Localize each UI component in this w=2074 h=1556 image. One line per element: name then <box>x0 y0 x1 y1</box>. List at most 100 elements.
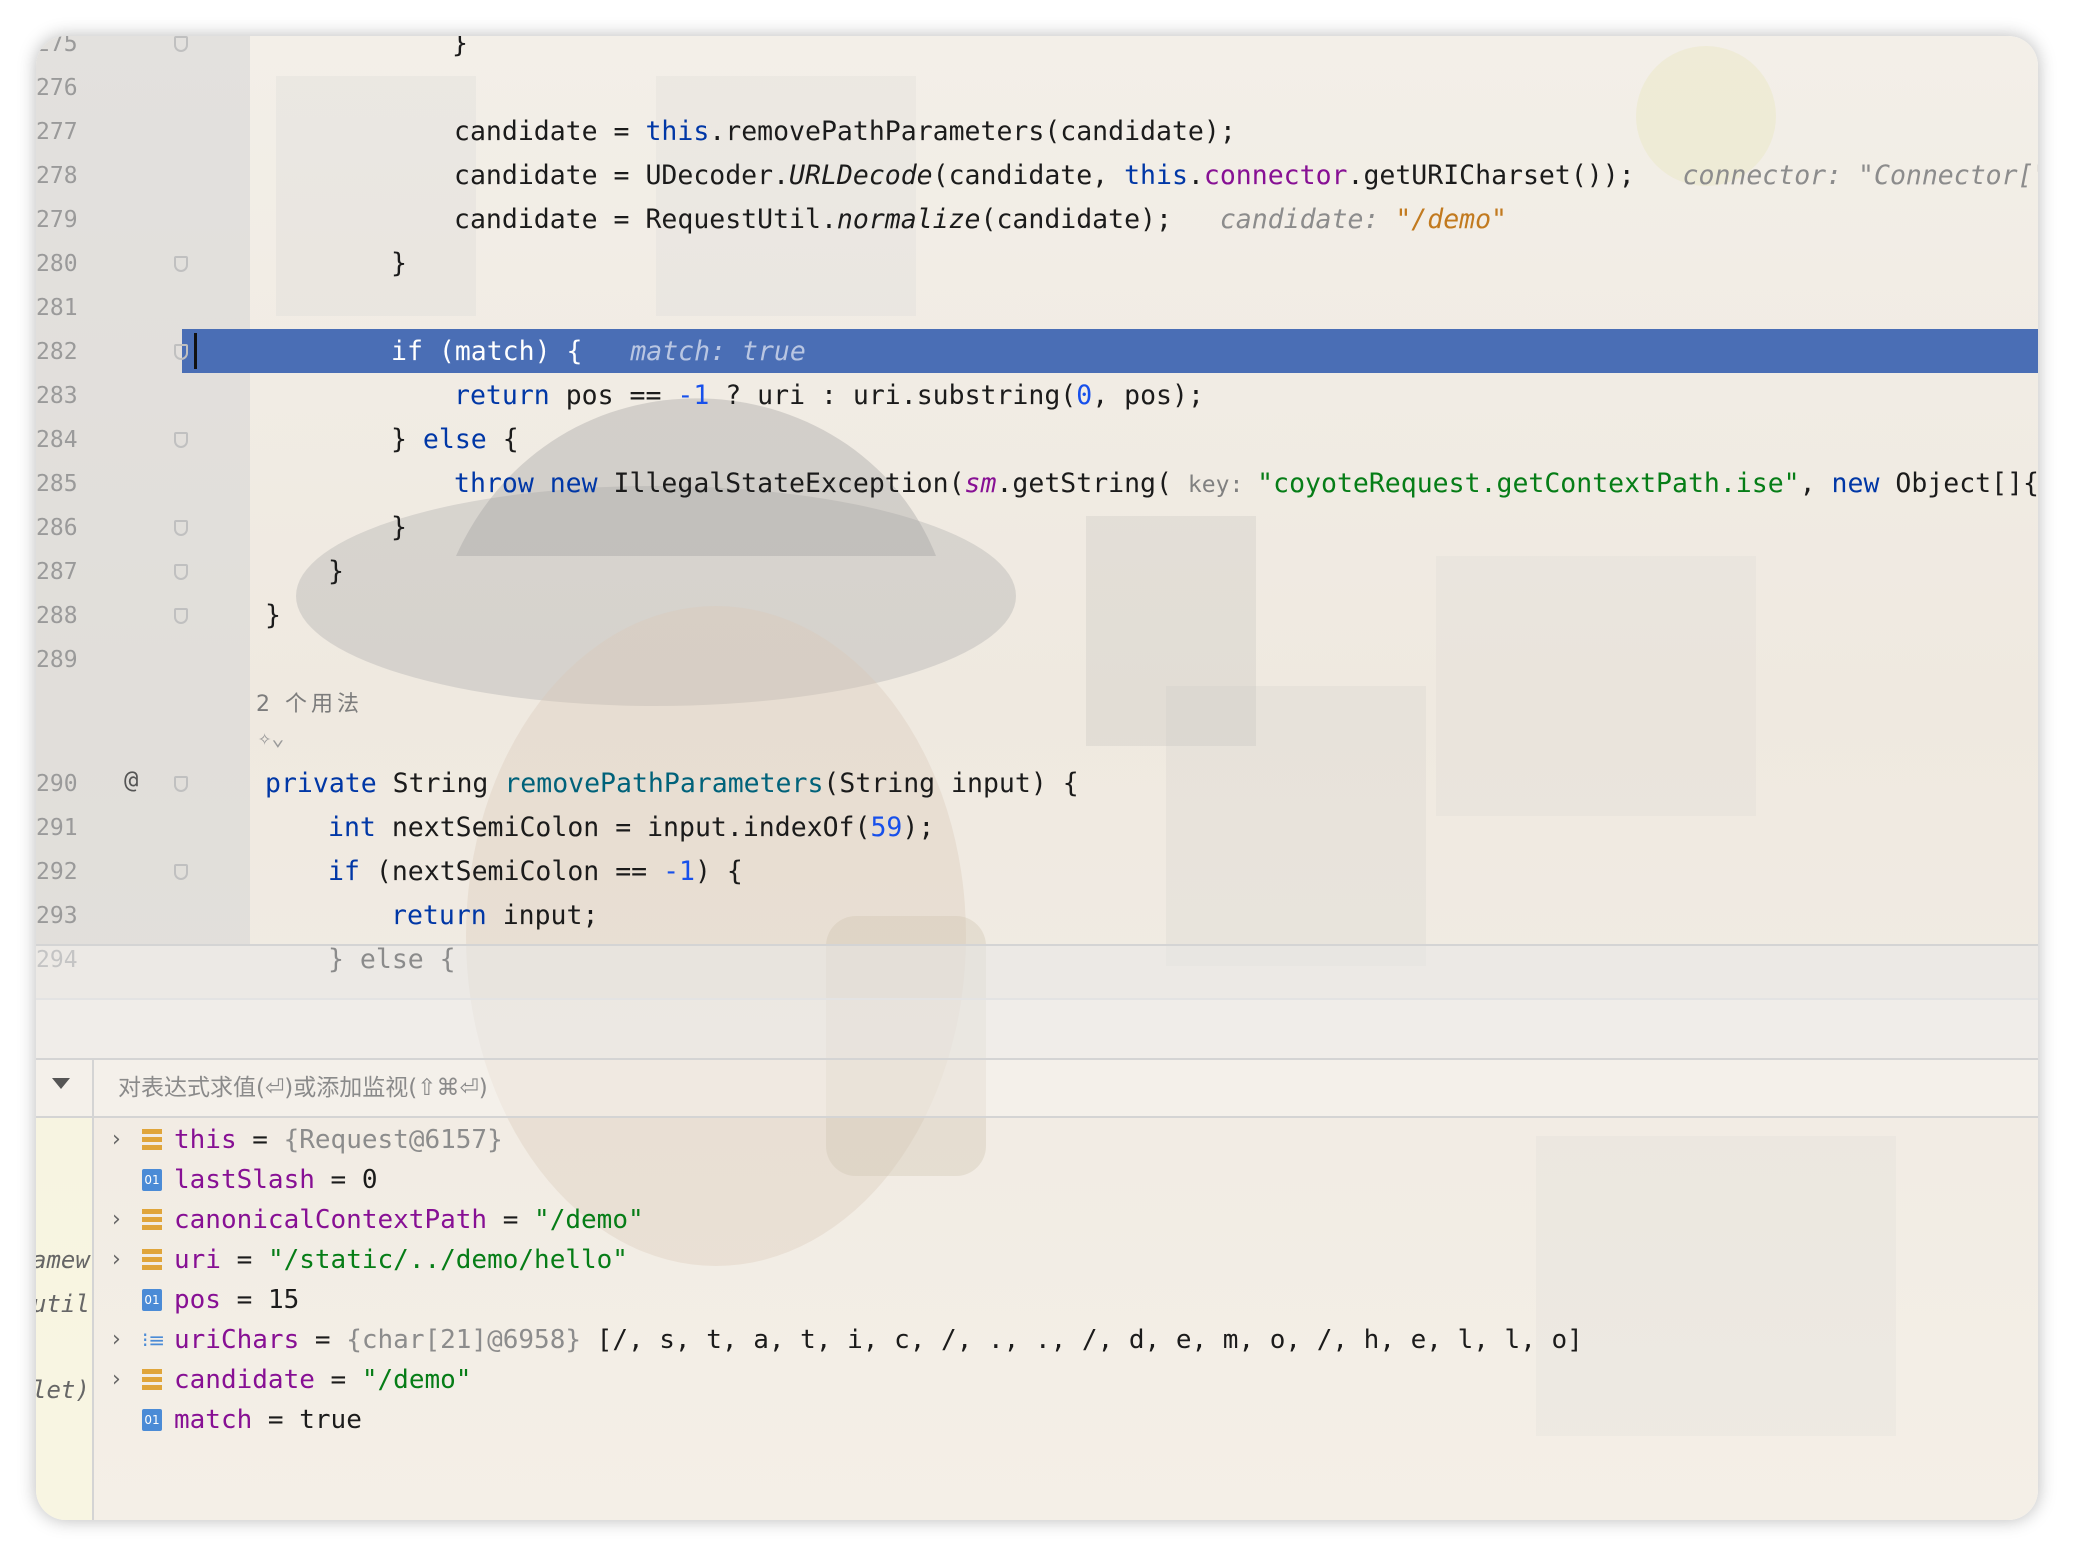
line-number[interactable]: 282 <box>36 330 78 374</box>
code-line[interactable]: 291 int nextSemiColon = input.indexOf(59)… <box>36 806 2038 850</box>
code-line[interactable]: 288} <box>36 594 2038 638</box>
code-text[interactable]: candidate = RequestUtil.normalize(candid… <box>454 198 1507 242</box>
code-token: connector: "Connector["htt <box>1682 160 2038 191</box>
frame-label[interactable]: util <box>36 1290 90 1318</box>
fold-marker-icon[interactable] <box>174 564 188 580</box>
code-token: candidate = UDecoder. <box>454 160 790 191</box>
code-line[interactable]: 280} <box>36 242 2038 286</box>
code-text[interactable]: candidate = this.removePathParameters(ca… <box>454 110 1236 154</box>
code-text[interactable]: if (match) { match: true <box>391 330 806 374</box>
code-text[interactable]: throw new IllegalStateException(sm.getSt… <box>454 462 2038 507</box>
code-text[interactable]: if (nextSemiColon == -1) { <box>328 850 743 894</box>
frame-label[interactable]: amew <box>36 1246 90 1274</box>
variable-row[interactable]: › candidate = "/demo" <box>92 1360 2038 1400</box>
fold-marker-icon[interactable] <box>174 432 188 448</box>
code-line[interactable]: 277 candidate = this.removePathParameters… <box>36 110 2038 154</box>
line-number[interactable]: 276 <box>36 66 78 110</box>
line-number[interactable]: 286 <box>36 506 78 550</box>
line-number[interactable]: 293 <box>36 894 78 938</box>
variable-row[interactable]: › ⁝≡ uriChars = {char[21]@6958} [/, s, t, … <box>92 1320 2038 1360</box>
fold-marker-icon[interactable] <box>174 36 188 52</box>
line-number[interactable]: 278 <box>36 154 78 198</box>
collapse-icon[interactable] <box>52 1078 70 1089</box>
line-number[interactable]: 275 <box>36 36 78 66</box>
code-text[interactable]: return pos == -1 ? uri : uri.substring(0… <box>454 374 1204 418</box>
expand-chevron-icon[interactable]: › <box>112 1320 121 1360</box>
evaluate-expression-input[interactable] <box>108 1060 1928 1116</box>
line-number[interactable]: 289 <box>36 638 78 682</box>
line-number[interactable]: 281 <box>36 286 78 330</box>
fold-marker-icon[interactable] <box>174 608 188 624</box>
variable-row[interactable]: › canonicalContextPath = "/demo" <box>92 1200 2038 1240</box>
fold-marker-icon[interactable] <box>174 256 188 272</box>
code-text[interactable]: private String removePathParameters(Stri… <box>265 762 1079 806</box>
code-editor[interactable]: 275} 276 277 candidate = this.removePathPar… <box>36 36 2038 975</box>
code-line[interactable]: 282 if (match) { match: true <box>36 330 2038 374</box>
code-line[interactable]: 278 candidate = UDecoder.URLDecode(candid… <box>36 154 2038 198</box>
code-text[interactable]: int nextSemiColon = input.indexOf(59); <box>328 806 934 850</box>
frames-panel-strip[interactable]: amew util let) <box>36 1118 94 1520</box>
variable-row[interactable]: 01 lastSlash = 0 <box>92 1160 2038 1200</box>
primitive-variable-icon: 01 <box>142 1409 162 1431</box>
line-number[interactable]: 292 <box>36 850 78 894</box>
line-number[interactable]: 277 <box>36 110 78 154</box>
primitive-variable-icon: 01 <box>142 1169 162 1191</box>
line-number[interactable]: 285 <box>36 462 78 506</box>
code-text[interactable]: return input; <box>391 894 598 938</box>
line-number[interactable]: 290 <box>36 762 78 806</box>
ai-assistant-icon[interactable]: ✧⌄ <box>258 726 285 751</box>
annotation-icon[interactable]: @ <box>124 758 138 802</box>
variable-row[interactable]: › uri = "/static/../demo/hello" <box>92 1240 2038 1280</box>
code-line[interactable]: 289 <box>36 638 2038 682</box>
code-text[interactable]: candidate = UDecoder.URLDecode(candidate… <box>454 154 2038 198</box>
variable-row[interactable]: › this = {Request@6157} <box>92 1120 2038 1160</box>
expand-chevron-icon[interactable]: › <box>112 1240 121 1280</box>
code-text[interactable]: } <box>265 594 281 638</box>
usages-hint[interactable]: 2 个用法 <box>256 686 363 718</box>
line-number[interactable]: 279 <box>36 198 78 242</box>
variable-name: uri <box>174 1245 221 1275</box>
line-number[interactable]: 287 <box>36 550 78 594</box>
variable-value: 15 <box>267 1285 300 1315</box>
fold-marker-icon[interactable] <box>174 776 188 792</box>
expand-chevron-icon[interactable]: › <box>112 1200 121 1240</box>
code-token: 0 <box>1076 380 1093 411</box>
code-line[interactable]: 292 if (nextSemiColon == -1) { <box>36 850 2038 894</box>
variable-name: match <box>174 1405 253 1435</box>
code-line[interactable]: 281 <box>36 286 2038 330</box>
frame-label[interactable]: let) <box>36 1376 90 1404</box>
code-text[interactable]: } <box>452 36 468 66</box>
code-text[interactable]: } <box>391 242 407 286</box>
code-line[interactable]: 275} <box>36 36 2038 66</box>
expand-chevron-icon[interactable]: › <box>112 1360 121 1400</box>
code-line[interactable]: 293 return input; <box>36 894 2038 938</box>
line-number[interactable]: 288 <box>36 594 78 638</box>
line-number[interactable]: 280 <box>36 242 78 286</box>
code-line[interactable]: 284 } else { <box>36 418 2038 462</box>
code-line[interactable]: 285 throw new IllegalStateException(sm.ge… <box>36 462 2038 506</box>
code-text[interactable]: } else { <box>391 418 519 462</box>
equals-sign: = <box>314 1365 362 1395</box>
code-text[interactable]: } <box>391 506 407 550</box>
code-line[interactable]: 279 candidate = RequestUtil.normalize(can… <box>36 198 2038 242</box>
line-number[interactable]: 284 <box>36 418 78 462</box>
line-number[interactable]: 291 <box>36 806 78 850</box>
fold-marker-icon[interactable] <box>174 520 188 536</box>
equals-sign: = <box>314 1165 362 1195</box>
fold-marker-icon[interactable] <box>174 864 188 880</box>
code-line[interactable]: 283 return pos == -1 ? uri : uri.substrin… <box>36 374 2038 418</box>
expand-chevron-icon[interactable]: › <box>112 1120 121 1160</box>
code-line[interactable]: 290 private String removePathParameters(S… <box>36 762 2038 806</box>
variable-row[interactable]: 01 match = true <box>92 1400 2038 1440</box>
line-number[interactable]: 283 <box>36 374 78 418</box>
code-token: this <box>645 116 710 147</box>
code-line[interactable]: 276 <box>36 66 2038 110</box>
evaluate-expression-row <box>36 1060 2038 1118</box>
code-token: (candidate); <box>980 204 1172 235</box>
fold-marker-icon[interactable] <box>174 344 188 360</box>
code-line[interactable]: 286} <box>36 506 2038 550</box>
code-line[interactable]: 287} <box>36 550 2038 594</box>
equals-sign: = <box>299 1325 347 1355</box>
code-text[interactable]: } <box>328 550 344 594</box>
variable-row[interactable]: 01 pos = 15 <box>92 1280 2038 1320</box>
